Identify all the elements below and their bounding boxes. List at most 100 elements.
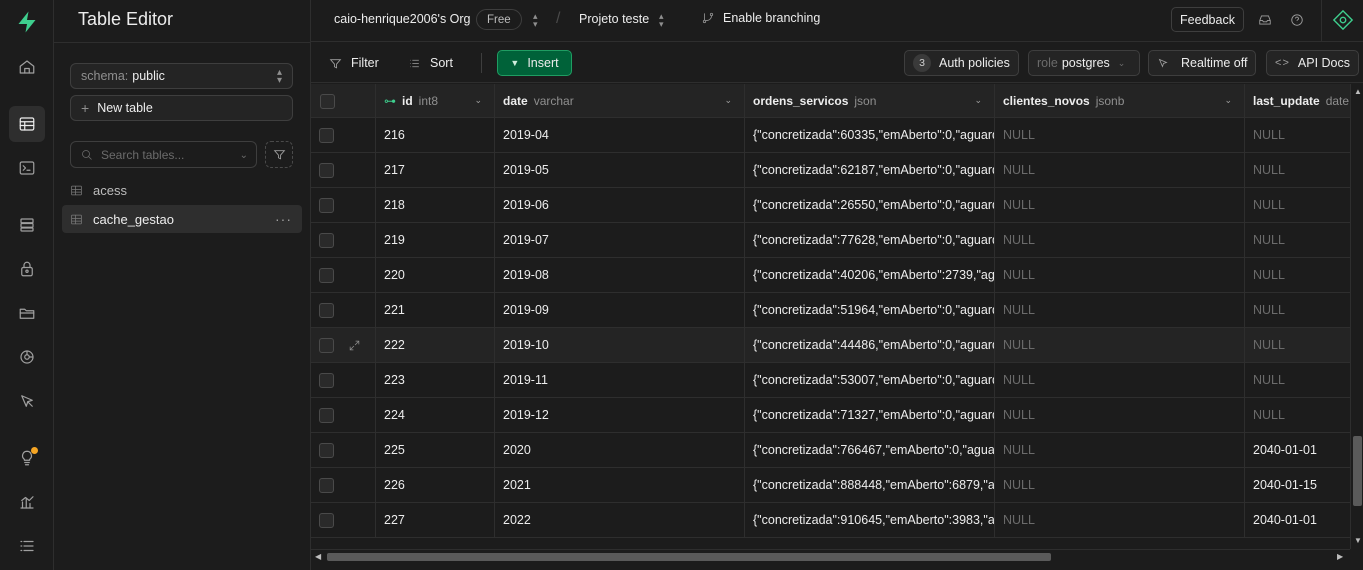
cell-clientes-novos[interactable]: NULL bbox=[995, 503, 1245, 537]
row-checkbox[interactable] bbox=[319, 372, 334, 388]
scroll-up-icon[interactable]: ▲ bbox=[1354, 87, 1362, 96]
row-checkbox[interactable] bbox=[319, 302, 334, 318]
table-row[interactable]: 222 2019-10 {"concretizada":44486,"emAbert… bbox=[311, 328, 1351, 363]
cell-last-update[interactable]: NULL bbox=[1245, 328, 1351, 362]
column-header-ordens-servicos[interactable]: ordens_servicos json ⌄ bbox=[745, 84, 995, 118]
cell-date[interactable]: 2019-05 bbox=[495, 153, 745, 187]
table-row[interactable]: 224 2019-12 {"concretizada":71327,"emAbert… bbox=[311, 398, 1351, 433]
cell-ordens-servicos[interactable]: {"concretizada":910645,"emAberto":3983,"… bbox=[745, 503, 995, 537]
cell-date[interactable]: 2020 bbox=[495, 433, 745, 467]
assistant-diamond-icon[interactable] bbox=[1332, 9, 1354, 31]
cell-clientes-novos[interactable]: NULL bbox=[995, 468, 1245, 502]
column-header-last-update[interactable]: last_update date bbox=[1245, 84, 1351, 118]
row-checkbox[interactable] bbox=[319, 442, 334, 458]
chevron-down-icon[interactable]: ⌄ bbox=[724, 95, 732, 106]
cell-ordens-servicos[interactable]: {"concretizada":26550,"emAberto":0,"agua… bbox=[745, 188, 995, 222]
sidebar-item-acess[interactable]: acess bbox=[62, 176, 302, 204]
table-row[interactable]: 217 2019-05 {"concretizada":62187,"emAbert… bbox=[311, 153, 1351, 188]
more-options-icon[interactable]: ··· bbox=[275, 211, 292, 227]
table-row[interactable]: 227 2022 {"concretizada":910645,"emAberto"… bbox=[311, 503, 1351, 538]
org-name[interactable]: caio-henrique2006's Org bbox=[334, 12, 471, 26]
row-checkbox[interactable] bbox=[319, 127, 334, 143]
cell-id[interactable]: 227 bbox=[376, 503, 495, 537]
storage-folder-icon[interactable] bbox=[9, 295, 45, 331]
cell-ordens-servicos[interactable]: {"concretizada":888448,"emAberto":6879,"… bbox=[745, 468, 995, 502]
table-row[interactable]: 226 2021 {"concretizada":888448,"emAberto"… bbox=[311, 468, 1351, 503]
project-name[interactable]: Projeto teste bbox=[579, 12, 649, 26]
cell-date[interactable]: 2019-04 bbox=[495, 118, 745, 152]
column-header-date[interactable]: date varchar ⌄ bbox=[495, 84, 745, 118]
reports-chart-icon[interactable] bbox=[9, 484, 45, 520]
row-checkbox[interactable] bbox=[319, 162, 334, 178]
edge-functions-icon[interactable] bbox=[9, 339, 45, 375]
row-checkbox[interactable] bbox=[319, 407, 334, 423]
table-row[interactable]: 225 2020 {"concretizada":766467,"emAberto"… bbox=[311, 433, 1351, 468]
vertical-scrollbar[interactable]: ▲ ▼ bbox=[1350, 84, 1363, 549]
cell-date[interactable]: 2019-08 bbox=[495, 258, 745, 292]
logs-list-icon[interactable] bbox=[9, 528, 45, 564]
scroll-right-icon[interactable]: ▶ bbox=[1337, 552, 1343, 561]
cell-id[interactable]: 221 bbox=[376, 293, 495, 327]
cell-date[interactable]: 2019-11 bbox=[495, 363, 745, 397]
table-row[interactable]: 216 2019-04 {"concretizada":60335,"emAbert… bbox=[311, 118, 1351, 153]
cell-date[interactable]: 2022 bbox=[495, 503, 745, 537]
cell-last-update[interactable]: 2040-01-15 bbox=[1245, 468, 1351, 502]
cell-clientes-novos[interactable]: NULL bbox=[995, 433, 1245, 467]
cell-last-update[interactable]: NULL bbox=[1245, 118, 1351, 152]
auth-lock-icon[interactable] bbox=[9, 251, 45, 287]
cell-id[interactable]: 226 bbox=[376, 468, 495, 502]
schema-select[interactable]: schema: public ▴ ▾ bbox=[70, 63, 293, 89]
sidebar-item-cache-gestao[interactable]: cache_gestao ··· bbox=[62, 205, 302, 233]
cell-ordens-servicos[interactable]: {"concretizada":53007,"emAberto":0,"agua… bbox=[745, 363, 995, 397]
search-tables-input[interactable]: Search tables... ⌄ bbox=[70, 141, 257, 168]
cell-last-update[interactable]: NULL bbox=[1245, 188, 1351, 222]
cell-clientes-novos[interactable]: NULL bbox=[995, 398, 1245, 432]
vertical-scroll-thumb[interactable] bbox=[1353, 436, 1362, 506]
row-checkbox[interactable] bbox=[319, 197, 334, 213]
cell-ordens-servicos[interactable]: {"concretizada":51964,"emAberto":0,"agua… bbox=[745, 293, 995, 327]
table-row[interactable]: 220 2019-08 {"concretizada":40206,"emAbert… bbox=[311, 258, 1351, 293]
feedback-button[interactable]: Feedback bbox=[1171, 7, 1244, 32]
cell-id[interactable]: 224 bbox=[376, 398, 495, 432]
sort-button[interactable]: Sort bbox=[408, 51, 453, 75]
role-select[interactable]: role postgres ⌄ bbox=[1028, 50, 1140, 76]
cell-id[interactable]: 219 bbox=[376, 223, 495, 257]
cell-clientes-novos[interactable]: NULL bbox=[995, 328, 1245, 362]
cell-last-update[interactable]: NULL bbox=[1245, 293, 1351, 327]
filter-tables-button[interactable] bbox=[265, 141, 293, 168]
cell-id[interactable]: 217 bbox=[376, 153, 495, 187]
cell-ordens-servicos[interactable]: {"concretizada":71327,"emAberto":0,"agua… bbox=[745, 398, 995, 432]
cell-ordens-servicos[interactable]: {"concretizada":44486,"emAberto":0,"agua… bbox=[745, 328, 995, 362]
cell-last-update[interactable]: NULL bbox=[1245, 153, 1351, 187]
cell-id[interactable]: 225 bbox=[376, 433, 495, 467]
org-switcher-icon[interactable]: ▴ ▾ bbox=[533, 12, 538, 29]
horizontal-scrollbar[interactable]: ◀ ▶ bbox=[311, 549, 1350, 563]
table-row[interactable]: 218 2019-06 {"concretizada":26550,"emAbert… bbox=[311, 188, 1351, 223]
api-docs-button[interactable]: < > API Docs bbox=[1266, 50, 1360, 76]
sql-editor-icon[interactable] bbox=[9, 150, 45, 186]
cell-date[interactable]: 2021 bbox=[495, 468, 745, 502]
auth-policies-button[interactable]: 3 Auth policies bbox=[904, 50, 1019, 76]
chevron-down-icon[interactable]: ⌄ bbox=[974, 95, 982, 106]
cell-clientes-novos[interactable]: NULL bbox=[995, 258, 1245, 292]
cell-date[interactable]: 2019-09 bbox=[495, 293, 745, 327]
row-checkbox[interactable] bbox=[319, 232, 334, 248]
expand-row-icon[interactable] bbox=[348, 339, 361, 352]
cell-last-update[interactable]: 2040-01-01 bbox=[1245, 503, 1351, 537]
cell-last-update[interactable]: NULL bbox=[1245, 223, 1351, 257]
cell-id[interactable]: 218 bbox=[376, 188, 495, 222]
cell-ordens-servicos[interactable]: {"concretizada":60335,"emAberto":0,"agua… bbox=[745, 118, 995, 152]
row-checkbox[interactable] bbox=[319, 477, 334, 493]
cell-id[interactable]: 222 bbox=[376, 328, 495, 362]
cell-date[interactable]: 2019-12 bbox=[495, 398, 745, 432]
new-table-button[interactable]: + New table bbox=[70, 95, 293, 121]
inbox-icon[interactable] bbox=[1255, 10, 1275, 30]
cell-clientes-novos[interactable]: NULL bbox=[995, 293, 1245, 327]
scroll-down-icon[interactable]: ▼ bbox=[1354, 536, 1362, 545]
cell-date[interactable]: 2019-06 bbox=[495, 188, 745, 222]
help-icon[interactable] bbox=[1287, 10, 1307, 30]
cell-clientes-novos[interactable]: NULL bbox=[995, 118, 1245, 152]
cell-clientes-novos[interactable]: NULL bbox=[995, 153, 1245, 187]
table-row[interactable]: 219 2019-07 {"concretizada":77628,"emAbert… bbox=[311, 223, 1351, 258]
supabase-logo-icon[interactable] bbox=[9, 4, 45, 40]
